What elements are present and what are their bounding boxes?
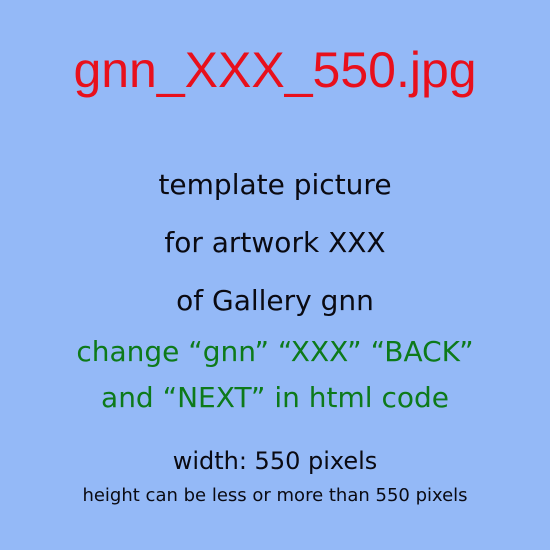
instruction-line-1: change “gnn” “XXX” “BACK”	[76, 335, 474, 368]
filename-title: gnn_XXX_550.jpg	[73, 42, 477, 98]
description-line-1: template picture	[158, 168, 392, 201]
height-note: height can be less or more than 550 pixe…	[82, 485, 468, 506]
description-line-3: of Gallery gnn	[176, 284, 374, 317]
template-canvas: gnn_XXX_550.jpg template picture for art…	[0, 0, 550, 550]
instruction-line-2: and “NEXT” in html code	[101, 381, 449, 414]
width-note: width: 550 pixels	[172, 447, 378, 475]
description-line-2: for artwork XXX	[164, 226, 386, 259]
